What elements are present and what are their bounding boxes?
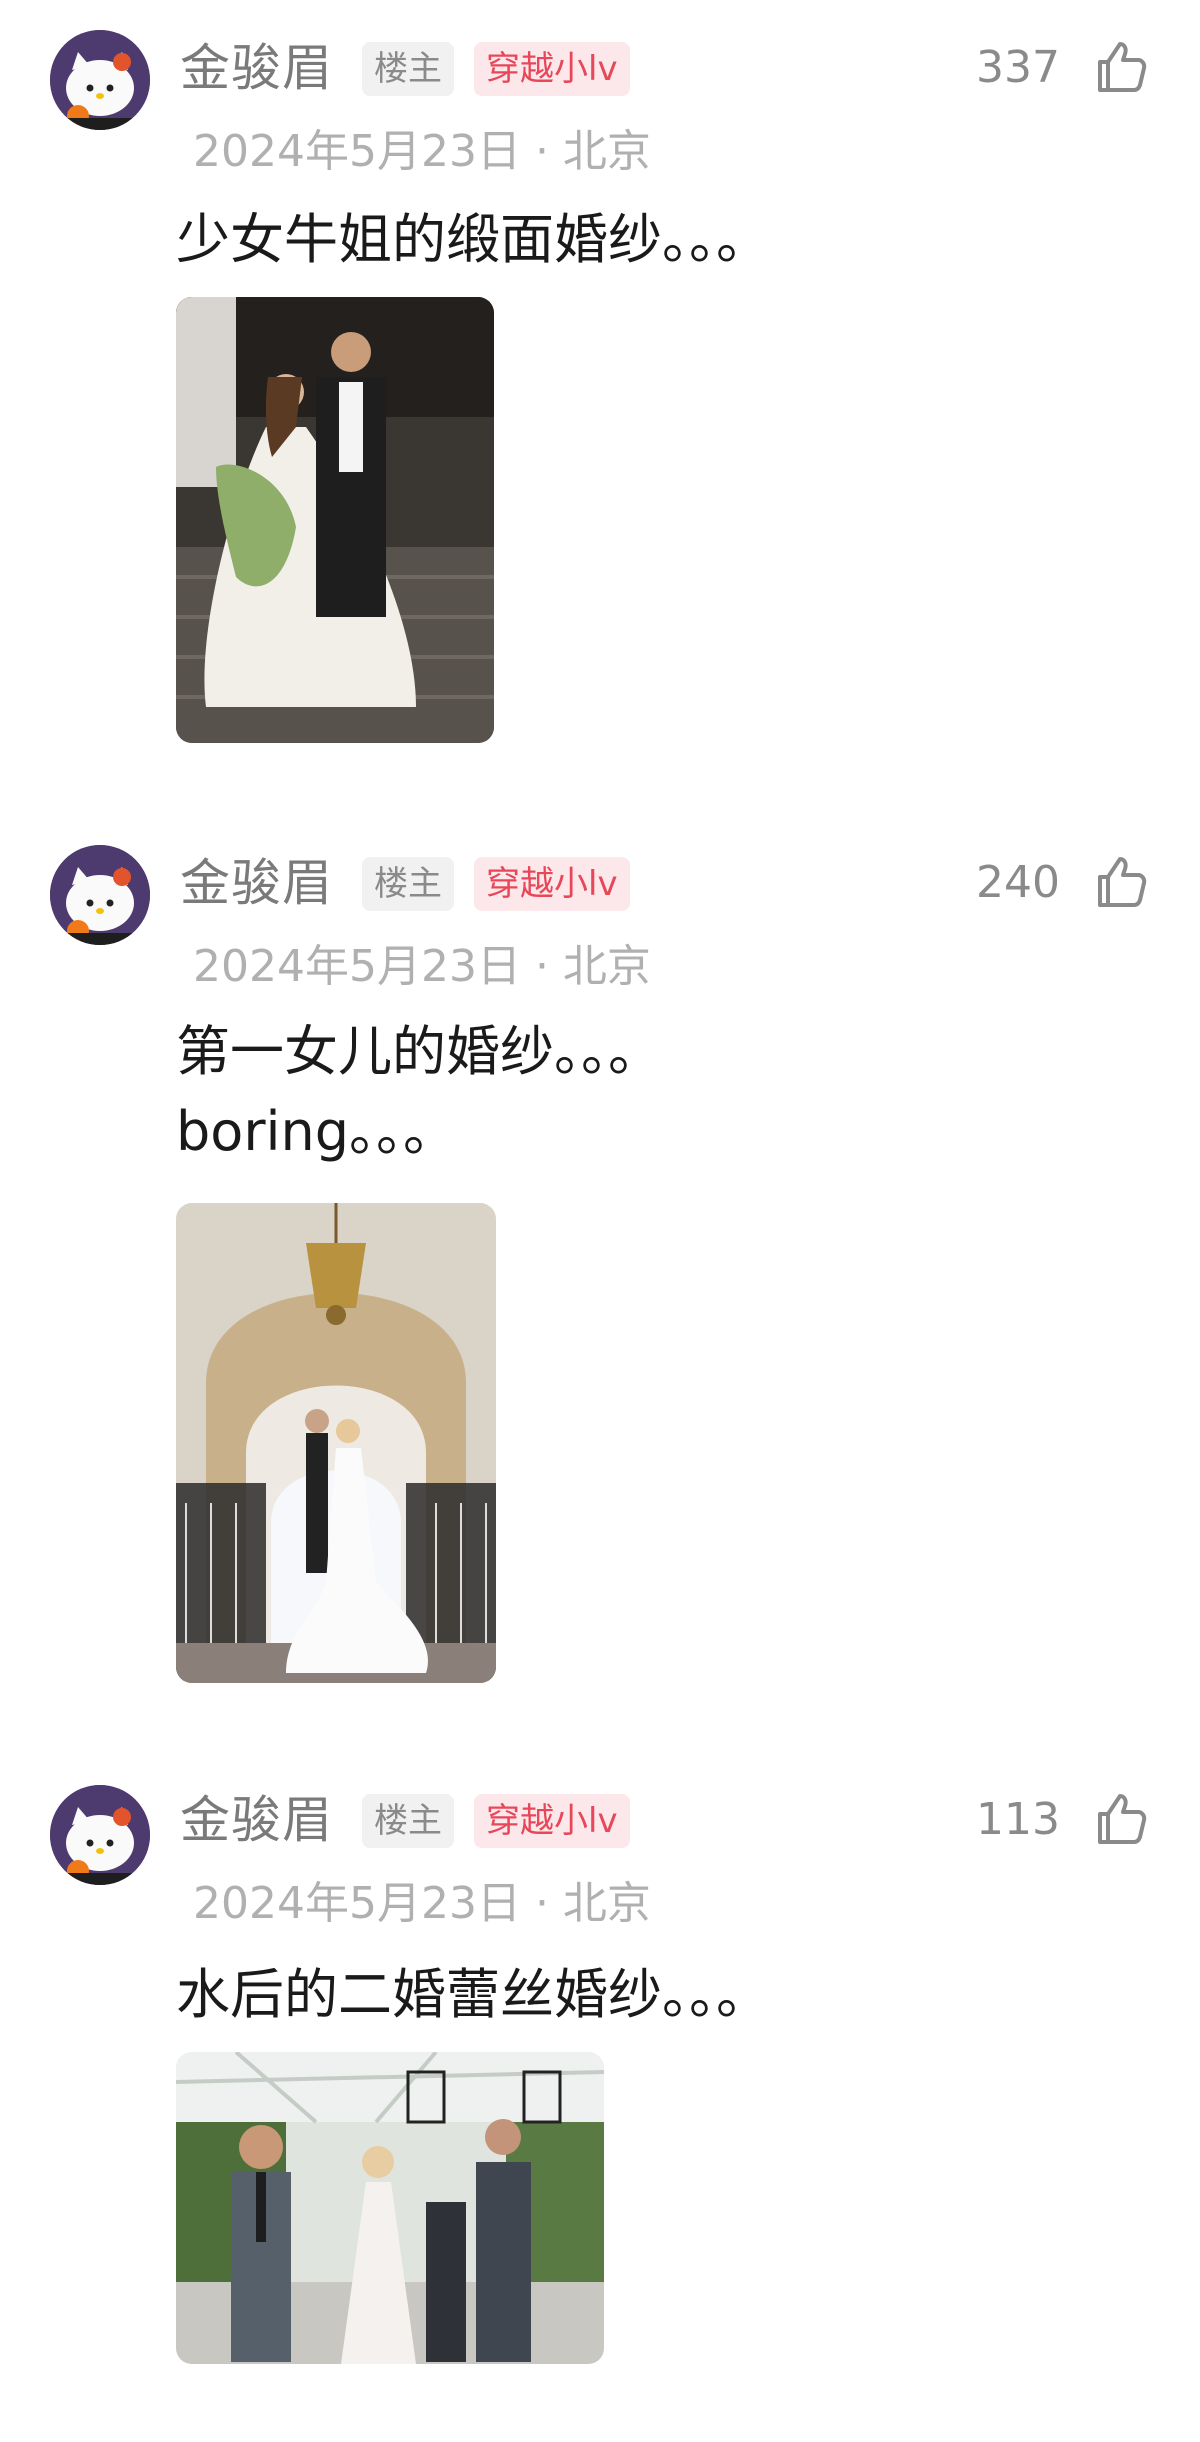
comment-image[interactable] xyxy=(176,1203,496,1683)
post-meta: 2024年5月23日 · 北京 xyxy=(193,941,651,992)
username[interactable]: 金骏眉 xyxy=(180,38,333,98)
comment-text: 水后的二婚蕾丝婚纱。。。 xyxy=(176,1963,770,2026)
avatar[interactable] xyxy=(50,1785,150,1885)
post-meta: 2024年5月23日 · 北京 xyxy=(193,1878,651,1929)
like-count: 337 xyxy=(976,42,1060,93)
avatar[interactable] xyxy=(50,30,150,130)
level-badge: 穿越小lv xyxy=(474,857,630,911)
comment-text: 少女牛姐的缎面婚纱。。。 xyxy=(176,208,770,271)
like-count: 240 xyxy=(976,857,1060,908)
comment-image[interactable] xyxy=(176,2052,604,2364)
level-badge: 穿越小lv xyxy=(474,42,630,96)
username[interactable]: 金骏眉 xyxy=(180,1790,333,1850)
thumbs-up-icon[interactable] xyxy=(1090,36,1150,96)
op-tag: 楼主 xyxy=(362,857,454,911)
comment-text: 第一女儿的婚纱。。。 boring。。。 xyxy=(176,1020,662,1163)
op-tag: 楼主 xyxy=(362,1794,454,1848)
avatar[interactable] xyxy=(50,845,150,945)
post-meta: 2024年5月23日 · 北京 xyxy=(193,126,651,177)
thumbs-up-icon[interactable] xyxy=(1090,851,1150,911)
like-count: 113 xyxy=(976,1794,1060,1845)
level-badge: 穿越小lv xyxy=(474,1794,630,1848)
thumbs-up-icon[interactable] xyxy=(1090,1788,1150,1848)
comment-image[interactable] xyxy=(176,297,494,743)
op-tag: 楼主 xyxy=(362,42,454,96)
username[interactable]: 金骏眉 xyxy=(180,853,333,913)
